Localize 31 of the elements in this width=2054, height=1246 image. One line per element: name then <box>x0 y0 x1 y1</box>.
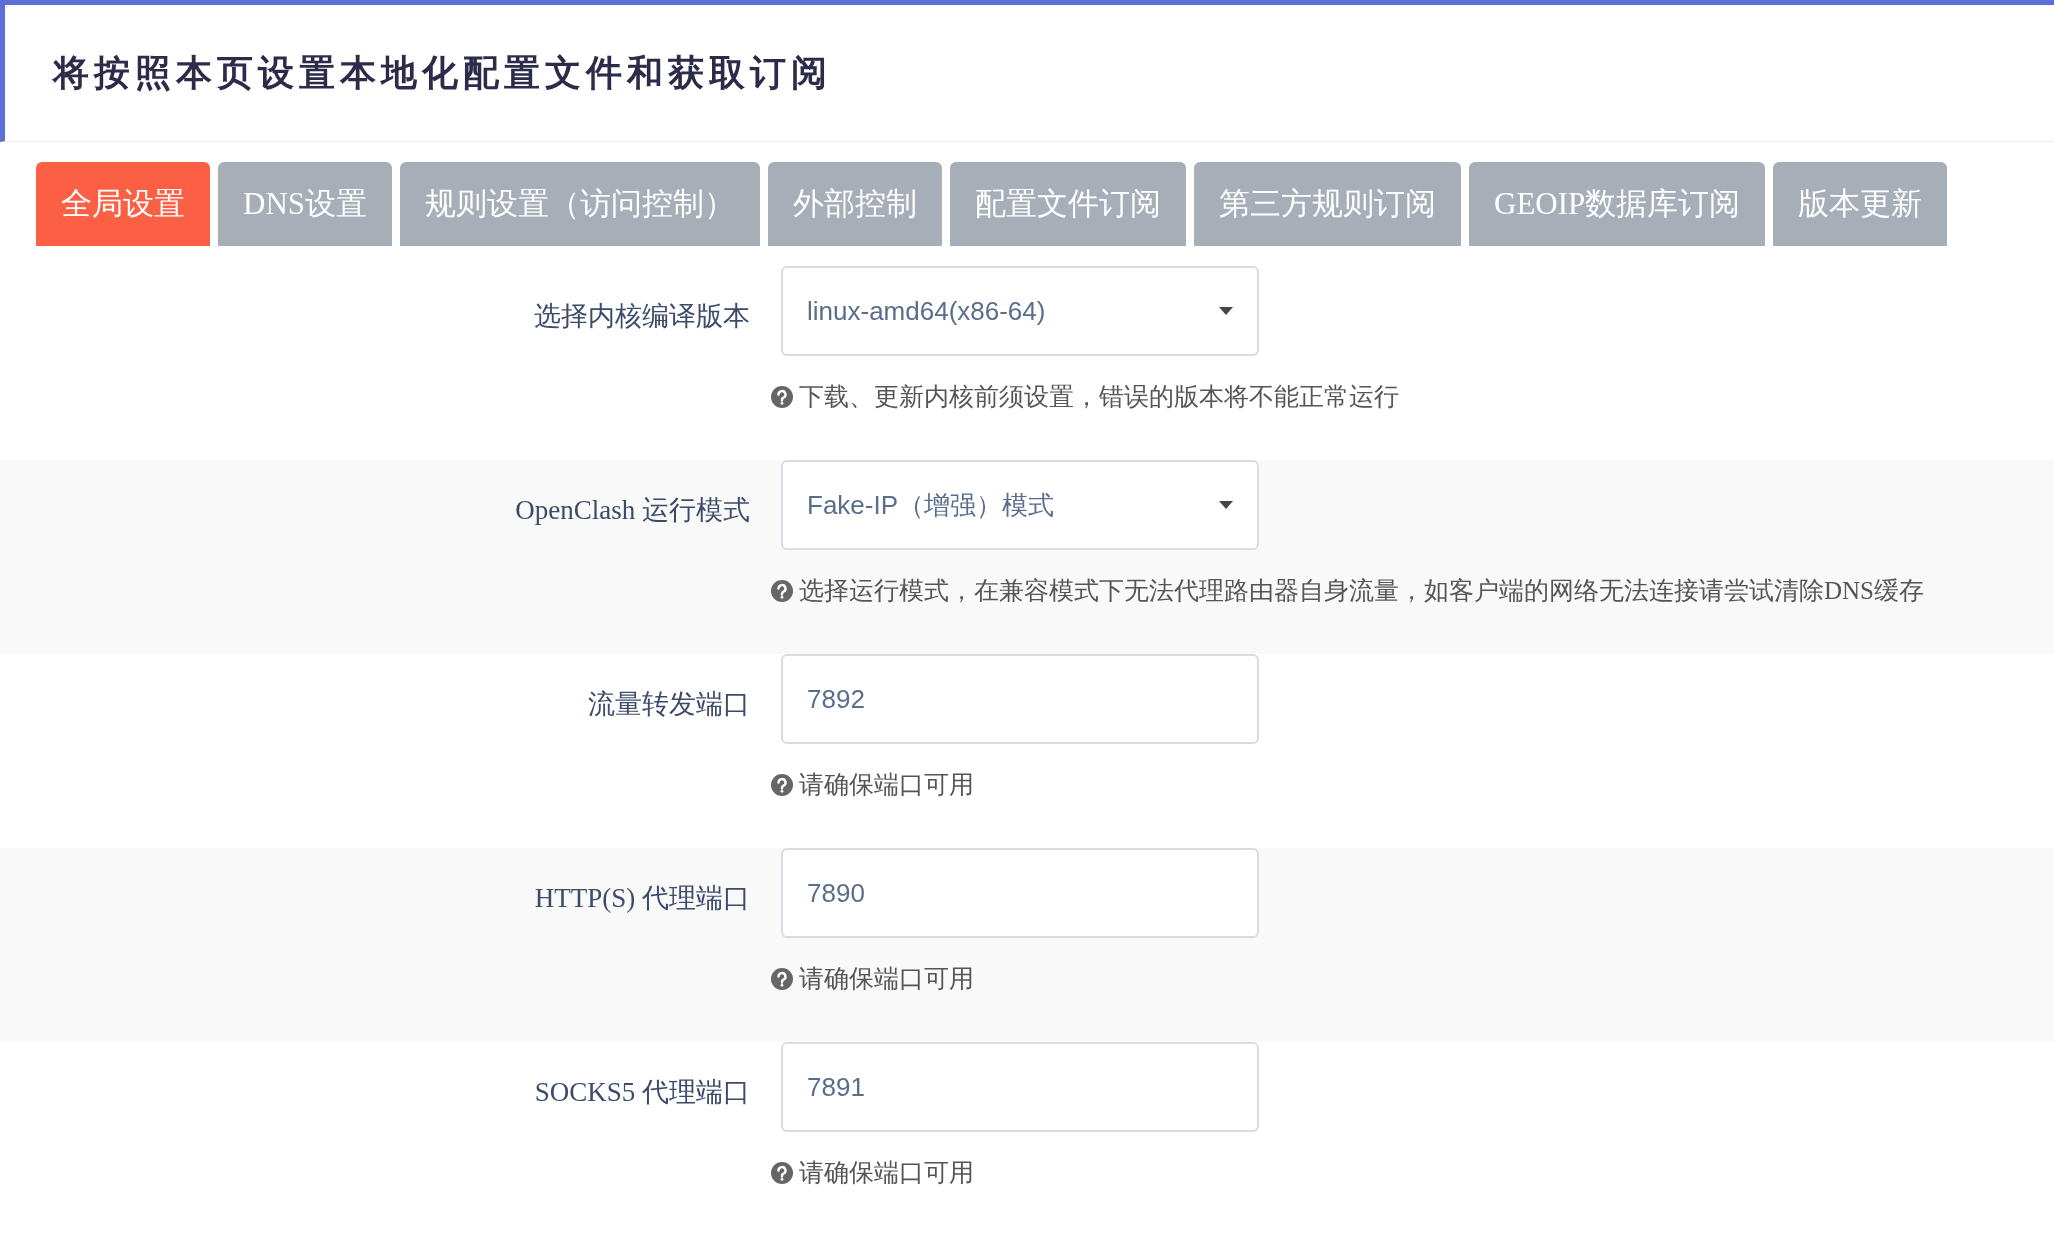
field-label: 选择内核编译版本 <box>534 301 750 331</box>
dropdown-select[interactable]: Fake-IP（增强）模式 <box>781 460 1259 550</box>
hint-text: 请确保端口可用 <box>799 1158 974 1188</box>
field-label: HTTP(S) 代理端口 <box>534 883 750 913</box>
hint-text: 选择运行模式，在兼容模式下无法代理路由器自身流量，如客户端的网络无法连接请尝试清除DNS缓存 <box>799 576 1924 606</box>
help-icon <box>771 385 793 408</box>
help-icon <box>771 773 793 796</box>
tab[interactable]: 版本更新 <box>1773 162 1948 246</box>
tab[interactable]: 规则设置（访问控制） <box>400 162 760 246</box>
tab[interactable]: 全局设置 <box>36 162 210 246</box>
input-field[interactable]: 7891 <box>781 1042 1259 1132</box>
field-label: OpenClash 运行模式 <box>515 495 750 525</box>
hint-text: 下载、更新内核前须设置，错误的版本将不能正常运行 <box>799 382 1399 412</box>
hint-text: 请确保端口可用 <box>799 964 974 994</box>
help-icon <box>771 1161 793 1184</box>
hint-text: 请确保端口可用 <box>799 770 974 800</box>
caret-icon <box>1219 501 1233 509</box>
field-label: SOCKS5 代理端口 <box>534 1077 750 1107</box>
tab[interactable]: 第三方规则订阅 <box>1194 162 1461 246</box>
tab[interactable]: 外部控制 <box>768 162 942 246</box>
tab[interactable]: DNS设置 <box>218 162 392 246</box>
input-field[interactable]: 7892 <box>781 654 1259 744</box>
caret-icon <box>1219 307 1233 315</box>
help-icon <box>771 967 793 990</box>
input-field[interactable]: 7890 <box>781 848 1259 938</box>
dropdown-select[interactable]: linux-amd64(x86-64) <box>781 266 1259 356</box>
page-title: 将按照本页设置本地化配置文件和获取订阅 <box>53 52 832 95</box>
help-icon <box>771 579 793 602</box>
field-label: 流量转发端口 <box>588 689 750 719</box>
tab[interactable]: 配置文件订阅 <box>950 162 1186 246</box>
tab[interactable]: GEOIP数据库订阅 <box>1469 162 1766 246</box>
